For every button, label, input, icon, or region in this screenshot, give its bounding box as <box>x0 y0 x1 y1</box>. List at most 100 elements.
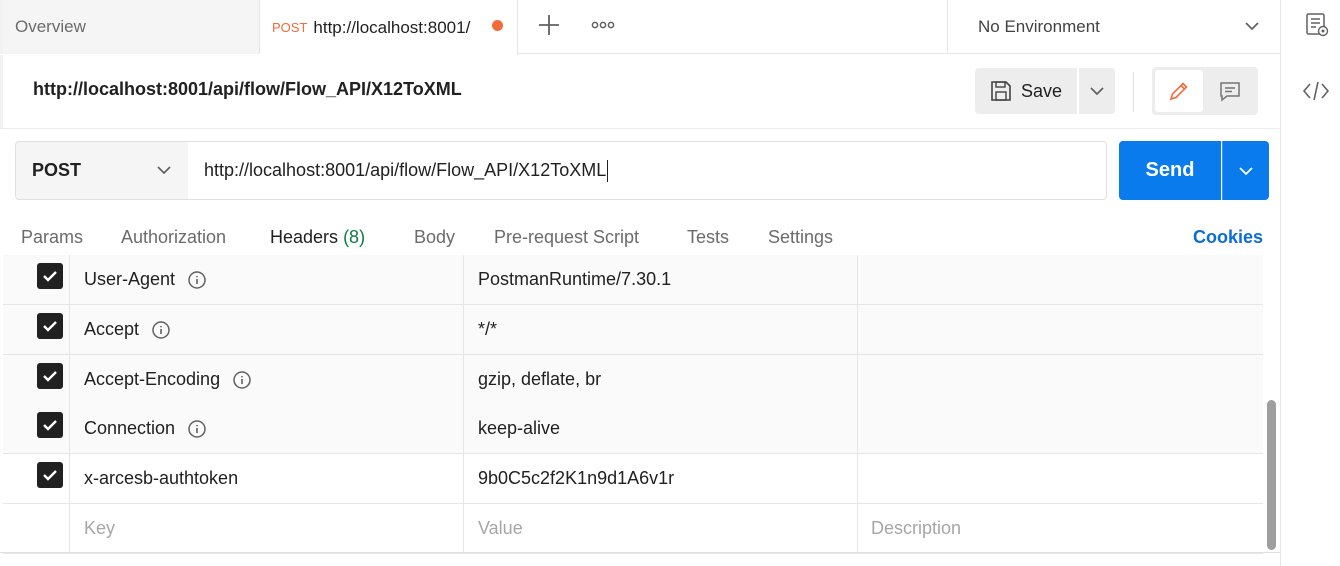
request-name[interactable]: http://localhost:8001/api/flow/Flow_API/… <box>33 79 462 100</box>
row-checkbox[interactable] <box>37 412 63 438</box>
header-description-cell[interactable] <box>858 404 1263 453</box>
info-icon[interactable] <box>187 270 207 290</box>
header-value-cell[interactable]: */* <box>464 305 858 354</box>
row-checkbox[interactable] <box>37 313 63 339</box>
tab-tests[interactable]: Tests <box>687 227 729 248</box>
description-placeholder: Description <box>871 518 962 538</box>
comments-button[interactable] <box>1206 70 1254 112</box>
headers-count-badge: (8) <box>343 227 366 247</box>
key-placeholder: Key <box>84 518 116 538</box>
divider <box>0 552 1280 553</box>
code-snippet-icon[interactable] <box>1302 78 1330 104</box>
header-value-cell[interactable]: gzip, deflate, br <box>464 355 858 404</box>
tab-url: http://localhost:8001/ <box>313 17 471 37</box>
checkmark-icon <box>43 371 57 382</box>
table-row: Accept-Encoding gzip, deflate, br <box>3 355 1263 405</box>
table-row: User-Agent PostmanRuntime/7.30.1 <box>3 255 1263 305</box>
info-icon[interactable] <box>187 419 207 439</box>
header-value-cell[interactable]: keep-alive <box>464 404 858 453</box>
tab-method: POST <box>272 20 308 35</box>
new-description-input[interactable]: Description <box>858 504 1263 553</box>
header-key-cell[interactable]: x-arcesb-authtoken <box>70 454 464 503</box>
header-value: gzip, deflate, br <box>478 369 602 389</box>
scrollbar-thumb[interactable] <box>1267 400 1276 550</box>
chevron-down-icon <box>1242 16 1262 36</box>
table-row: Connection keep-alive <box>3 404 1263 454</box>
row-checkbox-cell <box>3 305 70 354</box>
checkmark-icon <box>43 271 57 282</box>
info-icon[interactable] <box>232 370 252 390</box>
tab-body[interactable]: Body <box>414 227 455 248</box>
header-description-cell[interactable] <box>858 305 1263 354</box>
save-button[interactable]: Save <box>975 68 1077 114</box>
comment-icon <box>1220 82 1240 102</box>
save-label: Save <box>1021 80 1063 101</box>
tab-headers-label: Headers <box>270 227 339 247</box>
row-checkbox-cell <box>3 355 70 404</box>
unsaved-dot-icon <box>492 20 503 31</box>
more-tabs-icon[interactable] <box>590 14 616 36</box>
environment-select[interactable]: No Environment <box>947 0 1280 54</box>
environment-label: No Environment <box>978 17 1100 36</box>
new-tab-plus-icon[interactable] <box>536 12 562 38</box>
tab-authorization[interactable]: Authorization <box>121 227 226 248</box>
environment-quick-look-icon[interactable] <box>1304 11 1330 39</box>
tab-settings[interactable]: Settings <box>768 227 833 248</box>
row-checkbox[interactable] <box>37 263 63 289</box>
row-checkbox-cell <box>3 504 70 553</box>
send-options-button[interactable] <box>1222 141 1269 200</box>
header-key: Accept <box>84 319 140 339</box>
header-value: keep-alive <box>478 418 561 438</box>
save-options-button[interactable] <box>1079 68 1115 114</box>
chevron-down-icon <box>154 160 174 180</box>
send-label: Send <box>1145 159 1195 181</box>
header-value-cell[interactable]: 9b0C5c2f2K1n9d1A6v1r <box>464 454 858 503</box>
header-key: Connection <box>84 418 176 438</box>
row-checkbox-cell <box>3 255 70 304</box>
header-key: x-arcesb-authtoken <box>84 468 239 488</box>
tab-params[interactable]: Params <box>21 227 83 248</box>
send-button[interactable]: Send <box>1119 141 1221 200</box>
cookies-link[interactable]: Cookies <box>1193 227 1263 248</box>
header-value-cell[interactable]: PostmanRuntime/7.30.1 <box>464 255 858 304</box>
header-description-cell[interactable] <box>858 355 1263 404</box>
header-description-cell[interactable] <box>858 454 1263 503</box>
table-row: Accept */* <box>3 305 1263 355</box>
value-placeholder: Value <box>478 518 523 538</box>
row-checkbox-cell <box>3 404 70 453</box>
header-key: User-Agent <box>84 269 176 289</box>
tab-overview[interactable]: Overview <box>0 0 260 54</box>
header-key: Accept-Encoding <box>84 369 221 389</box>
checkmark-icon <box>43 420 57 431</box>
checkmark-icon <box>43 321 57 332</box>
chevron-down-icon <box>1090 87 1104 96</box>
header-key-cell[interactable]: Accept <box>70 305 464 354</box>
row-checkbox[interactable] <box>37 462 63 488</box>
header-value: 9b0C5c2f2K1n9d1A6v1r <box>478 468 675 488</box>
row-checkbox[interactable] <box>37 363 63 389</box>
divider <box>1133 72 1134 112</box>
chevron-down-icon <box>1239 166 1253 175</box>
edit-mode-button[interactable] <box>1155 70 1203 112</box>
table-row: x-arcesb-authtoken 9b0C5c2f2K1n9d1A6v1r <box>3 454 1263 504</box>
header-description-cell[interactable] <box>858 255 1263 304</box>
pencil-icon <box>1169 82 1188 101</box>
url-text: http://localhost:8001/api/flow/Flow_API/… <box>204 160 607 180</box>
text-cursor <box>607 159 609 182</box>
new-value-input[interactable]: Value <box>464 504 858 553</box>
table-row-new: Key Value Description <box>3 504 1263 554</box>
header-key-cell[interactable]: Accept-Encoding <box>70 355 464 404</box>
save-icon <box>991 81 1011 101</box>
tab-headers[interactable]: Headers (8) <box>270 227 365 248</box>
info-icon[interactable] <box>151 320 171 340</box>
header-value: */* <box>478 319 498 339</box>
tab-overview-label: Overview <box>15 17 86 36</box>
header-key-cell[interactable]: User-Agent <box>70 255 464 304</box>
header-key-cell[interactable]: Connection <box>70 404 464 453</box>
new-key-input[interactable]: Key <box>70 504 464 553</box>
header-value: PostmanRuntime/7.30.1 <box>478 269 672 289</box>
tab-pre-request-script[interactable]: Pre-request Script <box>494 227 639 248</box>
row-checkbox-cell <box>3 454 70 503</box>
tab-request-active[interactable]: POST http://localhost:8001/ <box>260 0 518 55</box>
url-input[interactable]: http://localhost:8001/api/flow/Flow_API/… <box>188 141 1107 200</box>
